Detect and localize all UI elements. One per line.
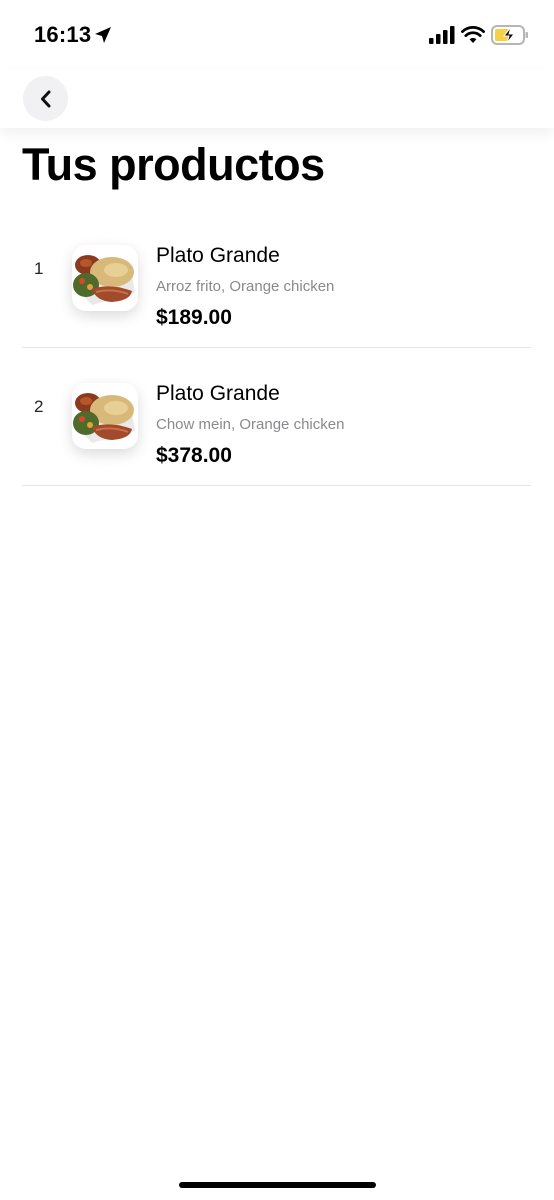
product-description: Arroz frito, Orange chicken [156,278,335,295]
product-image [72,383,138,449]
food-plate-icon [72,383,138,449]
wifi-icon [461,26,485,43]
back-button[interactable] [23,76,68,121]
item-index: 2 [34,397,44,416]
list-item[interactable]: 1 Plato Grande Arroz frito, Orange chick… [22,210,531,348]
status-time: 16:13 [34,22,92,47]
product-price: $378.00 [156,444,232,467]
product-description: Chow mein, Orange chicken [156,416,345,433]
chevron-left-icon [40,90,50,107]
food-plate-icon [72,245,138,311]
product-price: $189.00 [156,306,232,329]
status-bar: 16:13 [0,0,554,70]
battery-charging-icon [491,25,528,45]
item-index: 1 [34,259,44,278]
home-indicator[interactable] [179,1182,376,1188]
page-title: Tus productos [22,139,325,190]
product-name: Plato Grande [156,244,280,267]
list-item[interactable]: 2 Plato Grande Chow mein, Orange chicken… [22,348,531,486]
nav-bar [0,70,554,128]
cellular-signal-icon [429,26,455,44]
location-arrow-icon [95,27,111,43]
product-list: 1 Plato Grande Arroz frito, Orange chick… [22,210,531,486]
product-image [72,245,138,311]
product-name: Plato Grande [156,382,280,405]
